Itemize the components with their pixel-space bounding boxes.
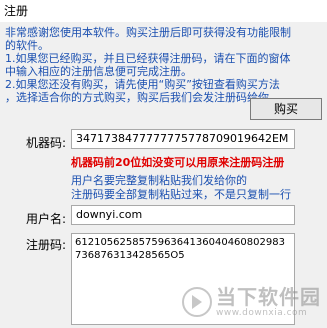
reg-code-label: 注册码: (26, 238, 67, 252)
notice-line: 1.如果您已经购买，并且已经获得注册码，请在下面的窗体 (5, 52, 291, 65)
hint-line: 用户名要完整复制粘贴我们发给你的 (71, 174, 247, 187)
notice-line: 非常感谢您使用本软件。购买注册后即可获得没有功能限制 (5, 26, 291, 39)
watermark-url: www.downxia.com (216, 308, 308, 318)
hint-line: 注册码要全部复制粘贴过来，不是只复制一行 (71, 188, 291, 201)
notice-line: 的软件。 (5, 39, 49, 52)
watermark: 当下软件园 www.downxia.com (182, 286, 321, 318)
warning-text: 机器码前20位如没变可以用原来注册码注册 (71, 156, 285, 169)
machine-code-field[interactable]: 3471738477777775778709019642EM (71, 129, 295, 149)
hint-text: 用户名要完整复制粘贴我们发给你的 注册码要全部复制粘贴过来，不是只复制一行 (71, 174, 291, 202)
machine-code-label: 机器码: (26, 136, 67, 150)
buy-button[interactable]: 购买 (250, 98, 322, 120)
registration-dialog: 注册 非常感谢您使用本软件。购买注册后即可获得没有功能限制 的软件。 1.如果您… (0, 0, 327, 328)
notice-line: 中输入相应的注册信息便可完成注册。 (5, 65, 192, 78)
watermark-name: 当下软件园 (216, 285, 321, 309)
notice-text: 非常感谢您使用本软件。购买注册后即可获得没有功能限制 的软件。 1.如果您已经购… (5, 26, 321, 104)
username-field[interactable]: downyi.com (71, 205, 295, 225)
play-logo-icon (182, 287, 212, 317)
dialog-title: 注册 (0, 0, 327, 22)
username-label: 用户名: (26, 212, 67, 226)
notice-line: 2.如果您还没有购买，请先使用“购买”按钮查看购买方法 (5, 78, 280, 91)
